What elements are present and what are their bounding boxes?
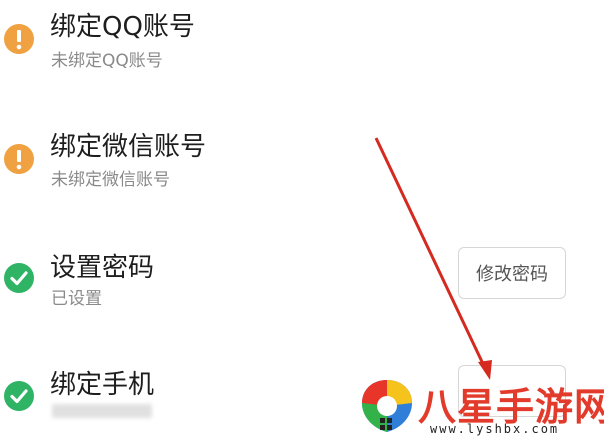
- setting-title: 设置密码: [50, 253, 155, 283]
- setting-title: 绑定微信账号: [50, 132, 207, 162]
- setting-subtitle: 已设置: [51, 289, 102, 309]
- check-icon: [4, 381, 34, 411]
- setting-row-wechat[interactable]: 绑定微信账号 未绑定微信账号: [0, 110, 604, 225]
- masked-phone-number: [52, 404, 152, 418]
- check-icon: [4, 263, 34, 293]
- setting-subtitle: 未绑定微信账号: [51, 170, 170, 190]
- setting-title: 绑定手机: [50, 370, 155, 400]
- setting-row-qq[interactable]: 绑定QQ账号 未绑定QQ账号: [0, 0, 604, 110]
- watermark-grid-icon: [380, 418, 392, 430]
- setting-subtitle: 未绑定QQ账号: [51, 51, 163, 71]
- change-password-button[interactable]: 修改密码: [458, 247, 566, 299]
- setting-row-password: 设置密码 已设置 修改密码: [0, 225, 604, 350]
- setting-title: 绑定QQ账号: [50, 12, 195, 42]
- warning-icon: [4, 24, 34, 54]
- watermark-url: www.lyshbx.com: [430, 422, 560, 436]
- site-watermark: 八星手游网 www.lyshbx.com: [358, 372, 604, 439]
- warning-icon: [4, 144, 34, 174]
